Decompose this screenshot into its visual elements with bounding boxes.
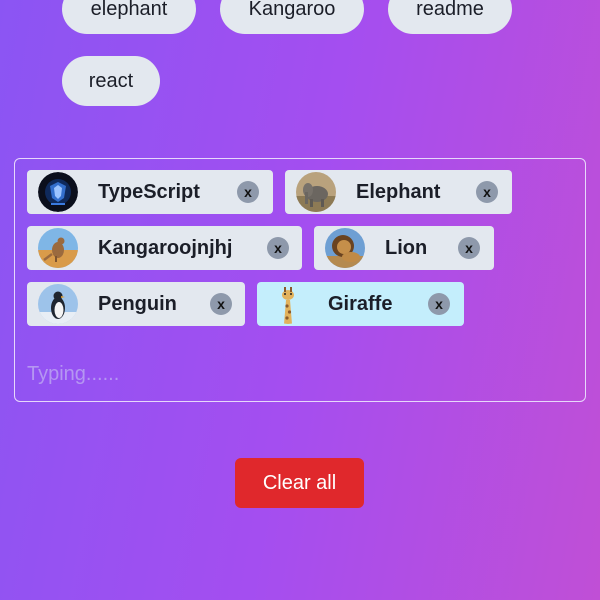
remove-tag-button[interactable]: x (458, 237, 480, 259)
tag-chip-elephant: Elephant x (285, 170, 512, 214)
suggestion-pill[interactable]: elephant (62, 0, 196, 34)
suggestion-list: elephant Kangaroo readme react (62, 0, 542, 128)
giraffe-photo-icon (268, 284, 308, 324)
tag-label: Giraffe (328, 292, 393, 315)
remove-tag-button[interactable]: x (476, 181, 498, 203)
lion-photo-icon (325, 228, 365, 268)
suggestion-pill[interactable]: Kangaroo (220, 0, 364, 34)
remove-tag-button[interactable]: x (428, 293, 450, 315)
tag-chip-typescript: TypeScript x (27, 170, 273, 214)
tag-label: Elephant (356, 180, 441, 203)
tag-label: Kangaroojnjhj (98, 236, 233, 259)
tag-chip-kangaroo: Kangaroojnjhj x (27, 226, 302, 270)
tag-text-input[interactable] (27, 359, 567, 389)
suggestion-pill[interactable]: readme (388, 0, 512, 34)
suggestion-row: react (62, 56, 542, 106)
typescript-logo-icon (38, 172, 78, 212)
tag-label: Lion (385, 236, 428, 259)
suggestion-pill[interactable]: react (62, 56, 160, 106)
tag-chip-lion: Lion x (314, 226, 494, 270)
elephant-photo-icon (296, 172, 336, 212)
kangaroo-photo-icon (38, 228, 78, 268)
suggestion-row: elephant Kangaroo readme (62, 0, 542, 34)
remove-tag-button[interactable]: x (210, 293, 232, 315)
tag-chip-giraffe: Giraffe x (257, 282, 464, 326)
remove-tag-button[interactable]: x (237, 181, 259, 203)
tag-label: Penguin (98, 292, 177, 315)
tag-input-box[interactable]: TypeScript x Elephant x Kangaroojnjhj x … (14, 158, 586, 402)
remove-tag-button[interactable]: x (267, 237, 289, 259)
tag-label: TypeScript (98, 180, 200, 203)
clear-all-button[interactable]: Clear all (235, 458, 364, 508)
penguin-photo-icon (38, 284, 78, 324)
tag-chip-penguin: Penguin x (27, 282, 245, 326)
